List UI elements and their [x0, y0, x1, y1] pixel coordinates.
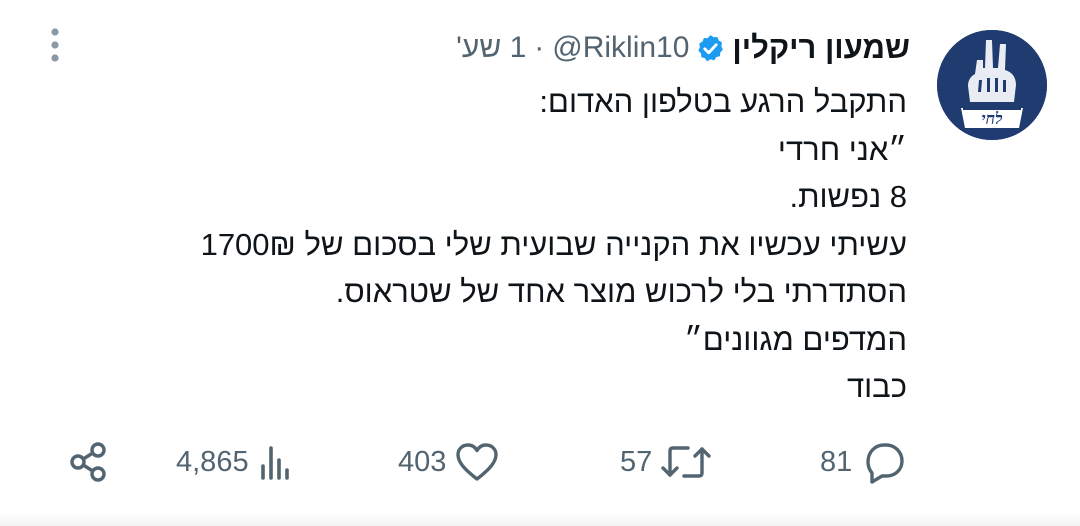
- tweet-text: התקבל הרגע בטלפון האדום: ״אני חרדי 8 נפש…: [107, 78, 907, 411]
- reply-icon: [860, 440, 906, 484]
- views-count: 4,865: [176, 445, 249, 478]
- more-options-icon[interactable]: [42, 26, 68, 66]
- share-button[interactable]: [66, 436, 110, 488]
- retweet-button[interactable]: 57: [620, 436, 712, 488]
- tweet-divider: [0, 514, 1080, 526]
- header-separator: ·: [534, 31, 545, 64]
- views-bar-chart-icon: [257, 442, 297, 482]
- like-button[interactable]: 403: [398, 436, 500, 488]
- tweet-text-line: ״אני חרדי: [777, 131, 907, 167]
- avatar-label: לחי: [981, 109, 1003, 128]
- tweet-text-line: עשיתי עכשיו את הקנייה שבועית שלי בסכום ש…: [200, 226, 907, 262]
- tweet-card[interactable]: שמעון ריקלין @Riklin10 · 1 שע' לחי התקבל…: [0, 0, 1080, 526]
- author-display-name[interactable]: שמעון ריקלין: [732, 30, 910, 66]
- tweet-text-line: הסתדרתי בלי לרכוש מוצר אחד של שטראוס.: [335, 274, 907, 309]
- views-button[interactable]: 4,865: [176, 436, 297, 488]
- reply-count: 81: [820, 445, 853, 478]
- heart-icon: [454, 441, 500, 483]
- tweet-text-line: 8 נפשות.: [789, 179, 907, 214]
- author-handle[interactable]: @Riklin10: [552, 31, 689, 65]
- reply-button[interactable]: 81: [820, 436, 906, 488]
- tweet-text-line: התקבל הרגע בטלפון האדום:: [539, 84, 907, 119]
- author-avatar[interactable]: לחי: [937, 30, 1047, 140]
- tweet-timestamp[interactable]: 1 שע': [456, 31, 526, 65]
- retweet-count: 57: [620, 445, 653, 478]
- tweet-text-line: כבוד: [846, 369, 907, 404]
- tweet-text-line: המדפים מגוונים״: [684, 321, 907, 357]
- retweet-icon: [660, 441, 712, 483]
- verified-badge-icon: [695, 33, 726, 64]
- share-icon: [66, 440, 110, 484]
- like-count: 403: [398, 445, 447, 478]
- tweet-header: שמעון ריקלין @Riklin10 · 1 שע': [456, 28, 910, 68]
